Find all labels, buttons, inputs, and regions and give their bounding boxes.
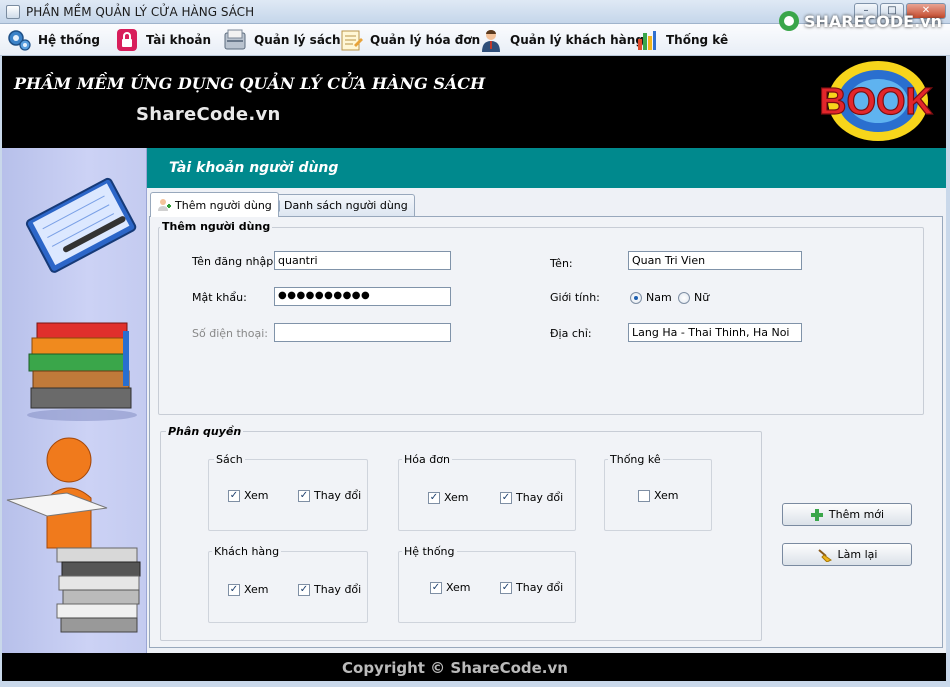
permission-sach-title: Sách [214, 453, 245, 466]
checkbox-checked-icon: ✓ [228, 489, 240, 502]
permission-thong-ke-title: Thống kê [608, 453, 663, 466]
sharecode-logo: SHARECODE.vn [778, 10, 942, 32]
tab-label: Danh sách người dùng [284, 199, 408, 212]
password-input[interactable]: ●●●●●●●●●● [274, 287, 451, 306]
phone-input[interactable] [274, 323, 451, 342]
sach-xem-checkbox[interactable]: ✓ Xem [228, 489, 269, 502]
username-label: Tên đăng nhập: [192, 255, 277, 268]
permission-khach-hang-title: Khách hàng [212, 545, 282, 558]
broom-icon [817, 548, 832, 562]
left-decoration [2, 148, 147, 653]
tab-content: Thêm người dùng Tên đăng nhập: quantri M… [149, 216, 943, 648]
khach-hang-xem-checkbox[interactable]: ✓ Xem [228, 583, 269, 596]
menu-quan-ly-khach-hang[interactable]: Quản lý khách hàng [478, 27, 644, 53]
book-logo: BOOK [818, 61, 934, 141]
sharecode-icon [779, 11, 799, 31]
tab-label: Thêm người dùng [175, 198, 272, 212]
header-banner: PHẦM MỀM ỨNG DỤNG QUẢN LÝ CỬA HÀNG SÁCH … [2, 11, 946, 148]
copyright-text: Copyright © ShareCode.vn [342, 659, 568, 677]
thong-ke-xem-checkbox[interactable]: Xem [638, 489, 679, 502]
menu-label: Tài khoản [146, 33, 212, 47]
permissions-group-title: Phân quyền [166, 425, 244, 438]
footer-bar: Copyright © ShareCode.vn [2, 653, 946, 681]
checkbox-checked-icon: ✓ [428, 491, 440, 504]
radio-selected-icon [630, 291, 642, 304]
lam-lai-button[interactable]: Làm lại [782, 543, 912, 566]
address-input[interactable]: Lang Ha - Thai Thinh, Ha Noi [628, 323, 802, 342]
menu-label: Quản lý sách [254, 33, 341, 47]
menu-tai-khoan[interactable]: Tài khoản [114, 27, 211, 53]
he-thong-thay-doi-checkbox[interactable]: ✓ Thay đổi [500, 581, 563, 594]
menu-he-thong[interactable]: Hệ thống [6, 27, 100, 53]
main-panel: Tài khoản người dùng Thêm người dùng Dan… [147, 148, 946, 653]
permission-he-thong-title: Hệ thống [402, 545, 457, 558]
name-input[interactable]: Quan Tri Vien [628, 251, 802, 270]
customer-icon [482, 30, 500, 52]
khach-hang-thay-doi-checkbox[interactable]: ✓ Thay đổi [298, 583, 361, 596]
menu-quan-ly-hoa-don[interactable]: Quản lý hóa đơn [338, 27, 480, 53]
user-info-group-title: Thêm người dùng [160, 220, 273, 233]
checkbox-checked-icon: ✓ [228, 583, 240, 596]
checkbox-checked-icon: ✓ [430, 581, 442, 594]
menu-label: Thống kê [666, 33, 729, 47]
checkbox-checked-icon: ✓ [500, 581, 512, 594]
watermark-text: ShareCode.vn [136, 104, 281, 125]
tab-danh-sach-nguoi-dung[interactable]: Danh sách người dùng [259, 194, 415, 216]
radio-unselected-icon [678, 291, 690, 304]
checkbox-unchecked-icon [638, 489, 650, 502]
tab-them-nguoi-dung[interactable]: Thêm người dùng [150, 192, 279, 217]
window-title: PHẦN MỀM QUẢN LÝ CỬA HÀNG SÁCH [26, 5, 255, 19]
gender-male-radio[interactable]: Nam [630, 291, 672, 304]
address-label: Địa chỉ: [550, 327, 592, 340]
svg-text:BOOK: BOOK [819, 81, 934, 123]
checkbox-checked-icon: ✓ [298, 489, 310, 502]
bar-chart-icon [638, 31, 656, 50]
phone-label: Số điện thoại: [192, 327, 269, 340]
app-heading: PHẦM MỀM ỨNG DỤNG QUẢN LÝ CỬA HÀNG SÁCH [14, 74, 486, 93]
checkbox-checked-icon: ✓ [500, 491, 512, 504]
gender-male-label: Nam [646, 291, 672, 304]
he-thong-xem-checkbox[interactable]: ✓ Xem [430, 581, 471, 594]
gender-female-label: Nữ [694, 291, 710, 304]
gears-icon [8, 30, 31, 51]
them-moi-button[interactable]: Thêm mới [782, 503, 912, 526]
menu-thong-ke[interactable]: Thống kê [634, 27, 728, 53]
books-illustration [6, 177, 141, 633]
menu-label: Quản lý hóa đơn [370, 33, 481, 47]
password-label: Mật khẩu: [192, 291, 247, 304]
name-label: Tên: [550, 257, 573, 270]
permission-hoa-don-title: Hóa đơn [402, 453, 452, 466]
sach-thay-doi-checkbox[interactable]: ✓ Thay đổi [298, 489, 361, 502]
hoa-don-thay-doi-checkbox[interactable]: ✓ Thay đổi [500, 491, 563, 504]
gender-female-radio[interactable]: Nữ [678, 291, 709, 304]
hoa-don-xem-checkbox[interactable]: ✓ Xem [428, 491, 469, 504]
username-input[interactable]: quantri [274, 251, 451, 270]
book-box-icon [224, 29, 246, 50]
checkbox-checked-icon: ✓ [298, 583, 310, 596]
app-icon [6, 5, 20, 19]
invoice-icon [341, 30, 363, 51]
add-user-icon [158, 199, 171, 211]
lock-icon [117, 29, 137, 51]
menu-quan-ly-sach[interactable]: Quản lý sách [222, 27, 341, 53]
menu-label: Quản lý khách hàng [510, 33, 644, 47]
plus-icon [810, 508, 823, 521]
panel-title: Tài khoản người dùng [147, 148, 946, 188]
gender-label: Giới tính: [550, 291, 600, 304]
menu-label: Hệ thống [38, 33, 101, 47]
